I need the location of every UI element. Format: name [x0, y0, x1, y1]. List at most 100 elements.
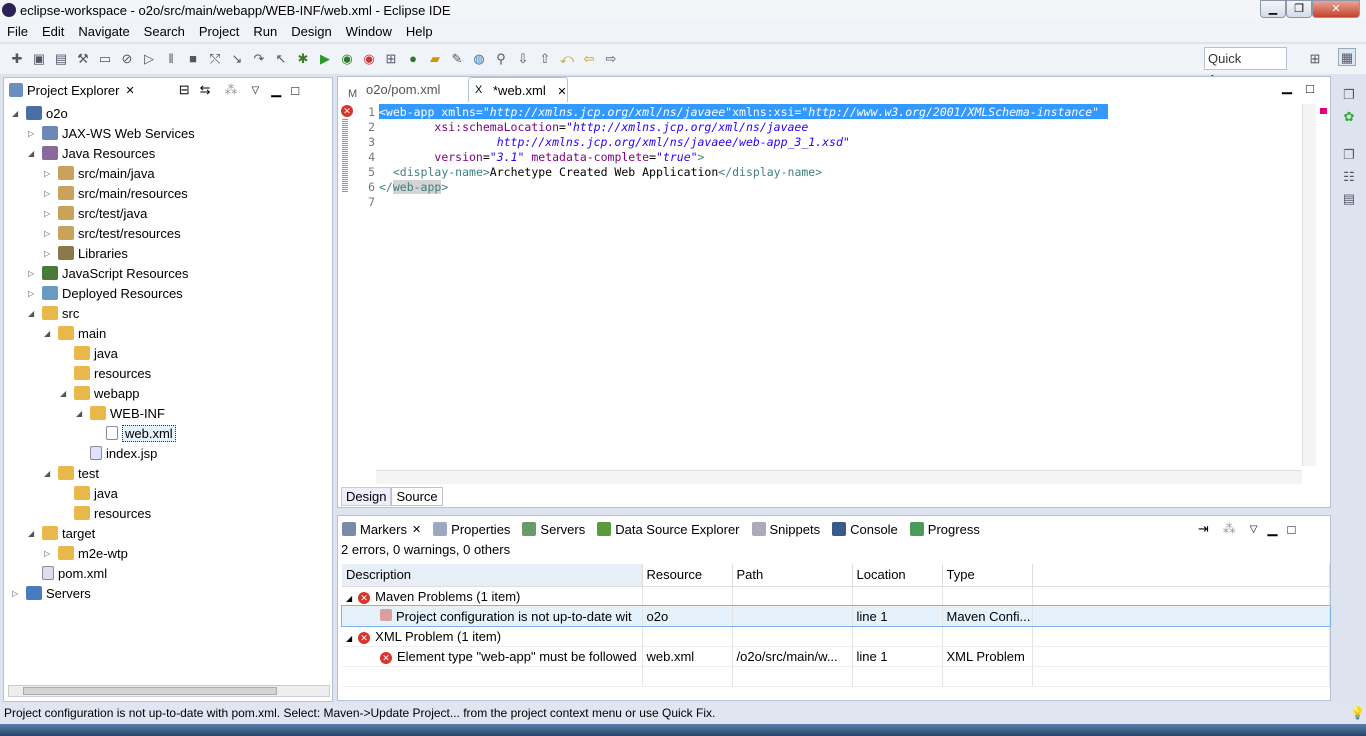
error-marker-icon[interactable]: ✕ — [341, 105, 353, 117]
minimize-view-icon[interactable]: ▁ — [271, 82, 281, 98]
new-class-icon[interactable]: ● — [404, 50, 422, 68]
resume-icon[interactable]: ▷ — [140, 50, 158, 68]
run-icon[interactable]: ▶ — [316, 50, 334, 68]
tree-item[interactable]: ▷ src/test/resources — [44, 223, 181, 243]
collapsed-arrow-icon[interactable]: ▷ — [28, 289, 38, 298]
menu-help[interactable]: Help — [399, 24, 440, 39]
collapsed-arrow-icon[interactable]: ▷ — [28, 269, 38, 278]
close-icon[interactable]: ✕ — [412, 523, 421, 536]
menu-search[interactable]: Search — [137, 24, 192, 39]
tree-item[interactable]: ◢ WEB-INF — [76, 403, 165, 423]
open-perspective-icon[interactable]: ⊞ — [1306, 50, 1324, 68]
minimize-view-icon[interactable]: ▁ — [1267, 521, 1277, 537]
collapsed-arrow-icon[interactable]: ▷ — [44, 169, 54, 178]
expanded-arrow-icon[interactable]: ◢ — [76, 409, 86, 418]
globe-icon[interactable]: ◍ — [470, 50, 488, 68]
tree-item[interactable]: ◢ o2o — [12, 103, 68, 123]
tree-item[interactable]: ◢ webapp — [60, 383, 140, 403]
table-row-group[interactable]: ◢ ✕ XML Problem (1 item) — [342, 626, 1330, 647]
table-row-group[interactable]: ◢ ✕ Maven Problems (1 item) — [342, 586, 1330, 607]
close-tab-icon[interactable]: ✕ — [557, 86, 566, 98]
tree-item[interactable]: ▷ JAX-WS Web Services — [28, 123, 195, 143]
tab-pom-xml[interactable]: M o2o/pom.xml — [342, 77, 468, 102]
back-icon[interactable]: ⇦ — [580, 50, 598, 68]
menu-file[interactable]: File — [0, 24, 35, 39]
horizontal-scrollbar[interactable] — [8, 685, 330, 697]
collapsed-arrow-icon[interactable]: ▷ — [44, 549, 54, 558]
focus-icon[interactable]: ⇥ — [1198, 521, 1209, 537]
tree-item[interactable]: ▷ Deployed Resources — [28, 283, 183, 303]
next-annotation-icon[interactable]: ⇩ — [514, 50, 532, 68]
collapsed-arrow-icon[interactable]: ▷ — [12, 589, 22, 598]
maximize-editor-icon[interactable]: □ — [1306, 81, 1314, 96]
tab-design[interactable]: Design — [341, 487, 392, 506]
tree-item[interactable]: ▷ JavaScript Resources — [28, 263, 188, 283]
menu-design[interactable]: Design — [284, 24, 338, 39]
save-icon[interactable]: ▣ — [30, 50, 48, 68]
open-task-icon[interactable]: ✎ — [448, 50, 466, 68]
table-row[interactable]: Project configuration is not up-to-date … — [341, 605, 1331, 627]
collapsed-arrow-icon[interactable]: ▷ — [28, 129, 38, 138]
minimize-editor-icon[interactable]: ▁ — [1282, 79, 1292, 95]
tree-item[interactable]: ▷ src/test/java — [44, 203, 147, 223]
tree-item[interactable]: java — [60, 343, 118, 363]
step-return-icon[interactable]: ↖ — [272, 50, 290, 68]
forward-icon[interactable]: ⇨ — [602, 50, 620, 68]
tree-item[interactable]: index.jsp — [76, 443, 157, 463]
maximize-button[interactable]: ❐ — [1286, 0, 1312, 18]
view-menu-icon[interactable]: ▽ — [252, 85, 260, 96]
tree-item[interactable]: ▷ Libraries — [44, 243, 128, 263]
tree-item[interactable]: ▷ Servers — [12, 583, 91, 603]
collapsed-arrow-icon[interactable]: ▷ — [44, 189, 54, 198]
column-resource[interactable]: Resource — [642, 564, 733, 587]
horizontal-scrollbar[interactable] — [376, 470, 1302, 484]
build-icon[interactable]: ⚒ — [74, 50, 92, 68]
view-menu-icon[interactable]: ▽ — [1250, 524, 1258, 535]
project-explorer-tab[interactable]: Project Explorer ✕ ⊟ ⇆ ⁂ ▽ ▁ □ — [4, 78, 332, 102]
tree-item[interactable]: ◢ test — [44, 463, 99, 483]
overview-ruler-error[interactable] — [1320, 108, 1327, 114]
task-list-icon[interactable]: ▤ — [1340, 190, 1358, 208]
menu-project[interactable]: Project — [192, 24, 246, 39]
restore-icon[interactable]: ❐ — [1340, 146, 1358, 164]
quick-access-input[interactable]: Quick Access — [1204, 47, 1287, 87]
filter-icon[interactable]: ⁂ — [225, 82, 238, 98]
link-editor-icon[interactable]: ⇆ — [200, 82, 211, 98]
collapsed-arrow-icon[interactable]: ▷ — [44, 209, 54, 218]
terminate-icon[interactable]: ■ — [184, 50, 202, 68]
vertical-scrollbar[interactable] — [1302, 104, 1316, 466]
tree-item[interactable]: java — [60, 483, 118, 503]
disconnect-icon[interactable]: ⤲ — [206, 50, 224, 68]
last-edit-icon[interactable]: ⤺ — [558, 50, 576, 68]
expanded-arrow-icon[interactable]: ◢ — [44, 469, 54, 478]
skip-breakpoints-icon[interactable]: ⊘ — [118, 50, 136, 68]
close-button[interactable]: ✕ — [1312, 0, 1360, 18]
java-ee-perspective-icon[interactable]: ▦ — [1338, 48, 1356, 66]
expanded-arrow-icon[interactable]: ◢ — [44, 329, 54, 338]
palette-icon[interactable]: ✿ — [1340, 108, 1358, 126]
column-path[interactable]: Path — [732, 564, 853, 587]
tree-item[interactable]: ◢ target — [28, 523, 95, 543]
step-into-icon[interactable]: ↘ — [228, 50, 246, 68]
restore-icon[interactable]: ❐ — [1340, 86, 1358, 104]
expanded-arrow-icon[interactable]: ◢ — [28, 529, 38, 538]
new-icon[interactable]: ✚ — [8, 50, 26, 68]
debug-icon[interactable]: ✱ — [294, 50, 312, 68]
maximize-view-icon[interactable]: □ — [291, 83, 299, 98]
expanded-arrow-icon[interactable]: ◢ — [60, 389, 70, 398]
tab-servers[interactable]: Servers — [522, 522, 585, 537]
collapsed-arrow-icon[interactable]: ▷ — [44, 229, 54, 238]
tree-item[interactable]: ◢ Java Resources — [28, 143, 155, 163]
tree-item[interactable]: ▷ src/main/resources — [44, 183, 188, 203]
close-icon[interactable]: ✕ — [125, 84, 134, 97]
tab-data-source-explorer[interactable]: Data Source Explorer — [597, 522, 740, 537]
column-location[interactable]: Location — [852, 564, 943, 587]
menu-navigate[interactable]: Navigate — [71, 24, 136, 39]
expand-arrow-icon[interactable]: ◢ — [346, 594, 352, 603]
external-tools-icon[interactable]: ◉ — [360, 50, 378, 68]
code-editor[interactable]: <web-app xmlns="http://xmlns.jcp.org/xml… — [353, 104, 1301, 466]
tree-item[interactable]: resources — [60, 503, 151, 523]
terminal-icon[interactable]: ▭ — [96, 50, 114, 68]
collapse-all-icon[interactable]: ⊟ — [179, 82, 190, 98]
tab-markers[interactable]: Markers ✕ — [342, 522, 421, 537]
